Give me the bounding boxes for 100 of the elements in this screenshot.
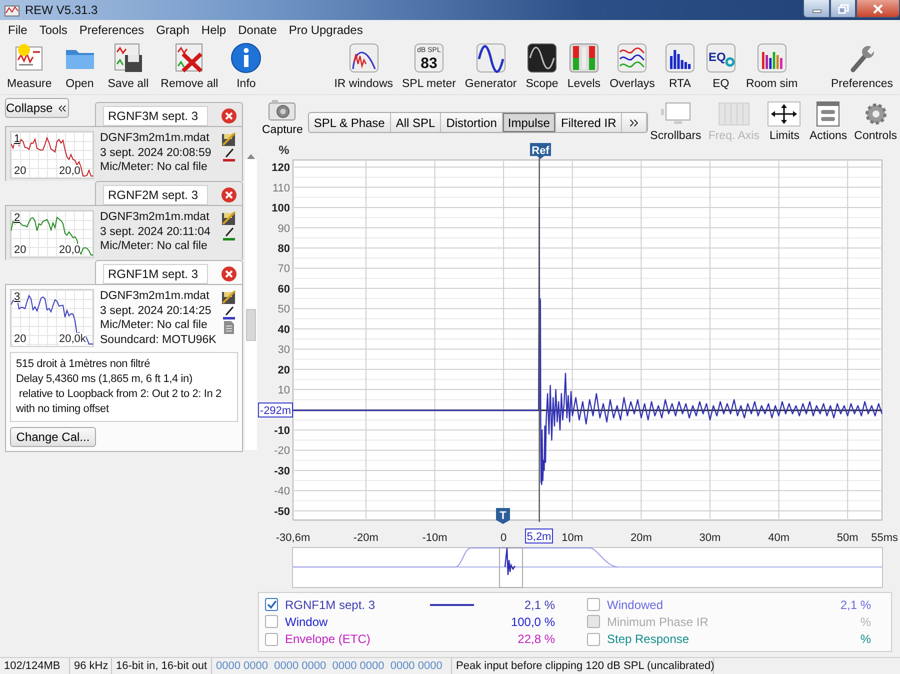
measurement-number: 1 [14,133,20,145]
checkbox[interactable] [265,615,278,628]
time-marker[interactable]: T [496,508,510,524]
graph-tab[interactable]: All SPL [390,113,442,132]
menu-item[interactable]: Donate [232,23,283,37]
legend-label: RGNF1M sept. 3 [285,598,376,612]
eq-button[interactable]: EQ EQ [702,42,740,90]
legend-value: % [860,632,871,646]
status-text: Peak input before clipping 120 dB SPL (uncalibrated) [452,658,714,674]
y-tick-label: 50 [278,304,290,316]
status-text: 102/124MB [0,658,70,674]
generator-button[interactable]: Generator [462,42,520,90]
removeall-button[interactable]: Remove all [158,42,222,90]
pen-icon[interactable] [221,147,237,162]
capture-button[interactable]: Capture [262,99,303,136]
measure-button[interactable]: Measure [4,42,55,90]
legend-value: % [860,614,871,629]
close-icon[interactable] [221,266,237,282]
graph-tab[interactable]: Filtered IR [556,113,622,132]
pen-icon[interactable] [221,305,237,320]
legend-value: 2,1 % [524,598,555,612]
y-tick-label: 30 [278,344,290,356]
measurement-card[interactable]: 1 20 20,0 DGNF3m2m1m.mdat 3 sept. 2024 20:08:59 Mic/Meter: No cal file [5,126,243,181]
note-line: 515 droit à 1mètres non filtré [16,357,150,372]
close-icon[interactable] [221,108,237,124]
preferences-button[interactable]: Preferences [828,42,896,90]
y-tick-label: 70 [278,263,290,276]
level-bars-icon [568,42,600,74]
window-title: REW V5.31.3 [25,3,98,17]
note-line: relative to Loopback from 2: Out 2 to 2: In 2 [18,387,222,402]
minimize-button[interactable] [803,0,830,18]
close-icon[interactable] [221,186,237,202]
sine-wave-icon [474,42,507,74]
controls-button[interactable]: Controls [853,101,898,142]
change-cal-button[interactable]: Change Cal... [10,427,96,447]
y-tick-label: 10 [278,384,290,397]
measurement-card[interactable]: 2 20 20,0 DGNF3m2m1m.mdat 3 sept. 2024 20:11:04 Mic/Meter: No cal file [5,205,243,260]
checkbox[interactable] [265,598,278,612]
x-tick-label: -10m [422,532,448,544]
soundcard-info: Soundcard: MOTU96K [100,332,214,347]
file-name: DGNF3m2m1m.mdat [100,131,210,146]
roomsim-button[interactable]: Room sim [742,42,801,90]
measurement-tab[interactable]: RGNF1M sept. 3 [95,260,243,284]
menu-item[interactable]: Pro Upgrades [282,23,369,37]
scope-button[interactable]: Scope [522,42,562,90]
delete-chart-icon [173,42,206,74]
close-button[interactable] [856,0,900,18]
ref-marker[interactable]: Ref [530,143,551,159]
axis-label: 20 [14,165,26,177]
status-text: 96 kHz [70,658,112,674]
save-icon[interactable] [221,132,237,147]
menu-item[interactable]: Graph [150,23,196,37]
legend-label: Envelope (ETC) [285,632,372,646]
checkbox[interactable] [587,598,600,612]
save-icon[interactable] [221,290,237,305]
checkbox[interactable] [587,632,600,646]
bar-chart-icon [664,42,696,74]
save-icon[interactable] [221,211,237,226]
restore-button[interactable] [830,0,856,18]
name-field[interactable]: RGNF1M sept. 3 [103,264,208,284]
pen-icon[interactable] [221,226,237,241]
impulse-icon [348,42,380,74]
levels-button[interactable]: Levels [564,42,604,90]
y-tick-label: 120 [272,162,290,174]
measurement-card[interactable] [5,284,243,452]
menu-item[interactable]: Tools [33,23,74,37]
measurement-tab[interactable]: RGNF3M sept. 3 [95,102,243,126]
panel-icon [716,101,752,127]
limits-button[interactable]: Limits [765,101,804,142]
note-line: Delay 5,4360 ms (1,865 m, 6 ft 1,4 in) [16,372,192,387]
app-icon [4,3,20,17]
status-text: 16-bit in, 16-bit out [112,658,212,674]
menu-item[interactable]: Preferences [73,23,150,37]
overlays-button[interactable]: Overlays [606,42,658,90]
graph-tab[interactable]: SPL & Phase [308,113,391,132]
y-tick-label: 20 [278,364,290,376]
rta-button[interactable]: RTA [660,42,699,90]
measurement-tab[interactable]: RGNF2M sept. 3 [95,181,243,205]
menu-item[interactable]: File [2,23,34,37]
info-button[interactable]: Info [227,42,266,90]
name-field[interactable]: RGNF3M sept. 3 [103,106,208,126]
name-field[interactable]: RGNF2M sept. 3 [103,184,208,204]
scrollbars-button[interactable]: Scrollbars [649,101,702,142]
menu-item[interactable]: Help [195,23,232,37]
legend-label: Step Response [607,632,690,646]
checkbox[interactable] [265,632,278,646]
oscilloscope-icon [526,42,558,74]
x-tick-label: 20m [630,532,652,544]
x-cursor-label: 5,2m [525,528,553,544]
y-cursor-label: -292m [258,402,293,418]
actions-button[interactable]: Actions [808,101,848,142]
irwindows-button[interactable]: IR windows [331,42,396,90]
open-button[interactable]: Open [60,42,99,90]
axis-label: 20,0 [59,244,80,256]
scrollbar-thumb[interactable] [246,309,256,341]
saveall-button[interactable]: Save all [104,42,152,90]
collapse-button[interactable]: Collapse [5,98,69,118]
floppy-disk-icon [112,42,144,74]
file-name: DGNF3m2m1m.mdat [100,210,210,224]
graph-tab[interactable]: Impulse [502,113,556,132]
